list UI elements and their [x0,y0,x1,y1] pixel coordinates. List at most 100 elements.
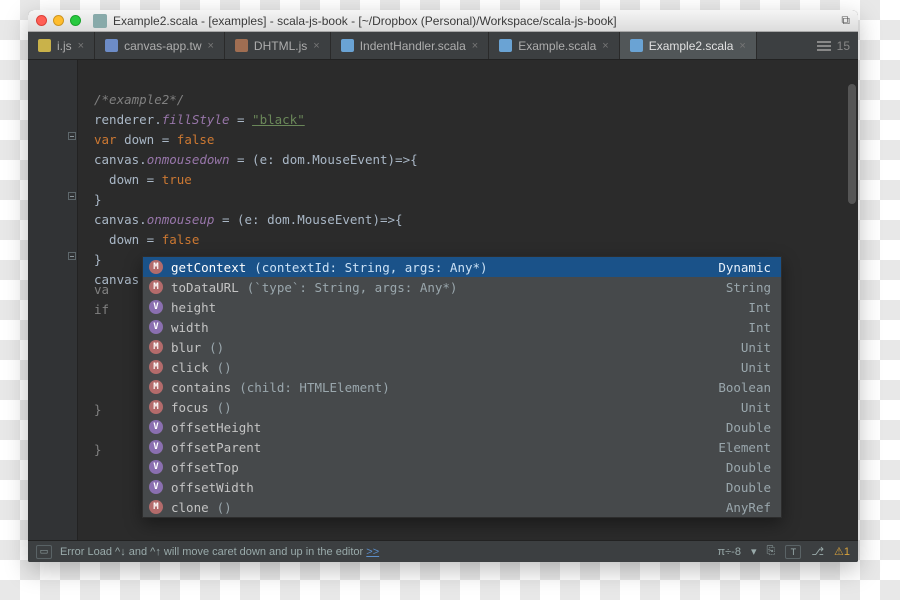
completion-item[interactable]: Mclick()Unit [143,357,781,377]
vertical-scrollbar[interactable] [848,84,856,204]
completion-return-type: String [726,280,771,295]
completion-return-type: Int [748,320,771,335]
git-icon[interactable]: ⎇ [811,545,824,558]
minimize-icon[interactable] [53,15,64,26]
code-text: renderer. [94,112,162,127]
completion-signature: () [217,500,232,515]
completion-item[interactable]: VwidthInt [143,317,781,337]
close-tab-icon[interactable]: × [739,40,745,52]
tool-window-icon[interactable]: ▭ [36,545,52,559]
completion-item[interactable]: MgetContext(contextId: String, args: Any… [143,257,781,277]
code-text: = [229,112,252,127]
code-text: down = [94,232,162,247]
status-bar: ▭ Error Load ^↓ and ^↑ will move caret d… [28,540,858,562]
tab-dhtml[interactable]: DHTML.js × [225,32,331,59]
editor-tabs: i.js × canvas-app.tw × DHTML.js × Indent… [28,32,858,60]
code-text: "black" [252,112,305,127]
close-tab-icon[interactable]: × [78,40,84,52]
code-text: true [162,172,192,187]
completion-item[interactable]: VoffsetHeightDouble [143,417,781,437]
completion-item[interactable]: Mclone()AnyRef [143,497,781,517]
close-tab-icon[interactable]: × [313,40,319,52]
completion-return-type: Double [726,460,771,475]
encoding-indicator[interactable]: π÷-8 [718,546,741,558]
code-text: canvas. [94,212,147,227]
fold-toggle-icon[interactable] [68,192,76,200]
tab-canvas-app[interactable]: canvas-app.tw × [95,32,225,59]
tab-example[interactable]: Example.scala × [489,32,619,59]
code-text: var [94,132,117,147]
method-kind-icon: M [149,400,163,414]
completion-name: toDataURL [171,280,239,295]
completion-item[interactable]: Mcontains (child: HTMLElement) Boolean [143,377,781,397]
completion-return-type: Unit [741,400,771,415]
variable-kind-icon: V [149,480,163,494]
scala-file-icon [341,39,354,52]
completion-name: contains [171,380,231,395]
fold-toggle-icon[interactable] [68,132,76,140]
completion-name: blur [171,340,201,355]
list-icon [817,41,831,51]
inspections-icon[interactable]: T [785,545,801,559]
close-tab-icon[interactable]: × [602,40,608,52]
zoom-icon[interactable] [70,15,81,26]
tab-i-js[interactable]: i.js × [28,32,95,59]
code-ghost-text: va if } } [94,260,124,480]
scala-file-icon [499,39,512,52]
completion-name: offsetParent [171,440,261,455]
completion-item[interactable]: VoffsetWidth Double [143,477,781,497]
code-text: canvas. [94,152,147,167]
hidden-tabs-count: 15 [837,39,850,53]
completion-signature: (child: HTMLElement) [239,380,390,395]
method-kind-icon: M [149,380,163,394]
completion-signature: (contextId: String, args: Any*) [254,260,487,275]
completion-return-type: Int [748,300,771,315]
readonly-toggle-icon[interactable]: ⎘ [767,545,776,558]
completion-name: offsetHeight [171,420,261,435]
completion-signature: () [209,340,224,355]
tab-label: IndentHandler.scala [360,39,466,53]
tw-file-icon [105,39,118,52]
completion-name: focus [171,400,209,415]
tab-indent-handler[interactable]: IndentHandler.scala × [331,32,490,59]
completion-return-type: Unit [741,360,771,375]
code-completion-popup[interactable]: MgetContext(contextId: String, args: Any… [142,256,782,518]
completion-return-type: Dynamic [718,260,771,275]
tab-label: canvas-app.tw [124,39,201,53]
completion-item[interactable]: MtoDataURL(`type`: String, args: Any*)St… [143,277,781,297]
status-tip-link[interactable]: >> [366,546,379,558]
tab-label: DHTML.js [254,39,307,53]
tab-label: Example.scala [518,39,596,53]
externalize-icon[interactable]: ⧉ [841,13,850,28]
close-icon[interactable] [36,15,47,26]
completion-return-type: Double [726,480,771,495]
completion-item[interactable]: Vheight Int [143,297,781,317]
js-file-icon [235,39,248,52]
completion-name: offsetWidth [171,480,254,495]
completion-signature: (`type`: String, args: Any*) [247,280,458,295]
fold-toggle-icon[interactable] [68,252,76,260]
code-editor[interactable]: /*example2*/ renderer.fillStyle = "black… [28,60,858,540]
completion-name: height [171,300,216,315]
tabstrip-overflow[interactable]: 15 [809,32,858,59]
completion-item[interactable]: VoffsetParentElement [143,437,781,457]
close-tab-icon[interactable]: × [207,40,213,52]
completion-item[interactable]: Mfocus()Unit [143,397,781,417]
variable-kind-icon: V [149,300,163,314]
variable-kind-icon: V [149,420,163,434]
completion-name: width [171,320,209,335]
code-text: } [94,192,102,207]
completion-return-type: Boolean [718,380,771,395]
ide-window: Example2.scala - [examples] - scala-js-b… [28,10,858,562]
close-tab-icon[interactable]: × [472,40,478,52]
completion-name: clone [171,500,209,515]
tab-label: Example2.scala [649,39,734,53]
problems-indicator[interactable]: ⚠1 [834,545,850,558]
scala-file-icon [630,39,643,52]
js-file-icon [38,39,51,52]
completion-item[interactable]: Mblur()Unit [143,337,781,357]
completion-item[interactable]: VoffsetTopDouble [143,457,781,477]
gutter[interactable] [28,60,78,540]
code-text: false [177,132,215,147]
tab-example2[interactable]: Example2.scala × [620,32,757,59]
